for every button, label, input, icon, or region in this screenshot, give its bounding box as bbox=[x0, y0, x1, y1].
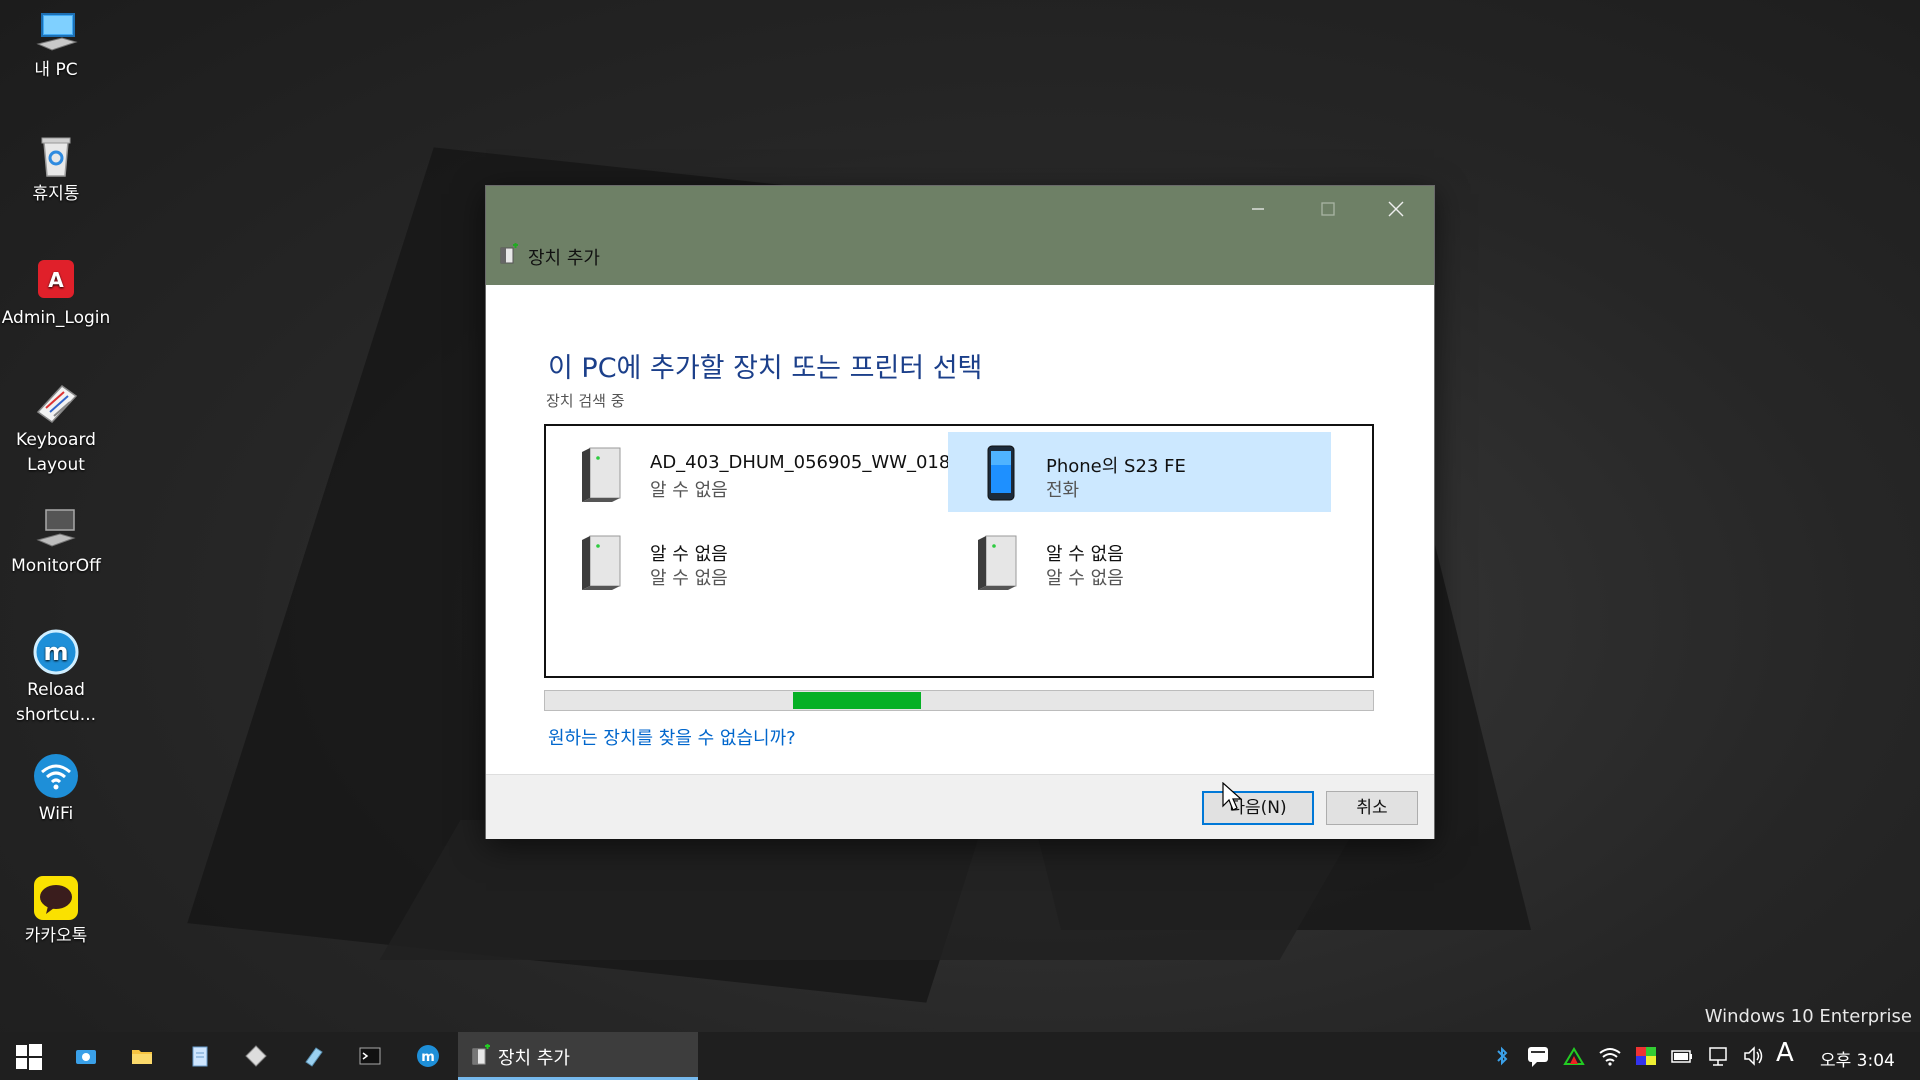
desktop-icon-label: 내 PC bbox=[34, 60, 78, 80]
admin-login-icon: A bbox=[32, 256, 80, 304]
eraser-icon bbox=[305, 1047, 323, 1067]
device-type: 알 수 없음 bbox=[650, 480, 728, 501]
taskbar-terminal[interactable] bbox=[342, 1032, 398, 1080]
desktop-icon-label: 휴지통 bbox=[32, 184, 80, 204]
maximize-button bbox=[1296, 186, 1360, 232]
add-device-dialog: 장치 추가 이 PC에 추가할 장치 또는 프린터 선택 장치 검색 중 AD_… bbox=[486, 186, 1434, 839]
device-item[interactable]: 알 수 없음 알 수 없음 bbox=[552, 520, 935, 600]
start-button[interactable] bbox=[0, 1032, 56, 1080]
computer-icon bbox=[32, 8, 80, 56]
wifi-tray-icon[interactable] bbox=[1598, 1044, 1622, 1068]
add-device-icon bbox=[498, 243, 520, 265]
desktop-icon-label: MonitorOff bbox=[11, 556, 101, 576]
wifi-icon bbox=[32, 752, 80, 800]
device-name: AD_403_DHUM_056905_WW_018a bbox=[650, 452, 962, 473]
taskbar-clock[interactable]: 오후 3:04 bbox=[1820, 1046, 1895, 1071]
device-item[interactable]: 알 수 없음 알 수 없음 bbox=[948, 520, 1331, 600]
device-item[interactable]: AD_403_DHUM_056905_WW_018a 알 수 없음 bbox=[552, 432, 961, 512]
volume-icon[interactable] bbox=[1742, 1044, 1766, 1068]
device-item-selected[interactable]: Phone의 S23 FE 전화 bbox=[948, 432, 1331, 512]
kakaotalk-icon bbox=[32, 874, 80, 922]
close-icon bbox=[1388, 201, 1404, 217]
input-method-indicator[interactable]: A bbox=[1776, 1038, 1794, 1068]
notepad-icon bbox=[192, 1046, 208, 1067]
taskbar-camera[interactable] bbox=[58, 1032, 114, 1080]
recycle-bin-icon bbox=[32, 132, 80, 180]
dialog-title: 장치 추가 bbox=[528, 248, 600, 269]
desktop-icon-keyboard-layout[interactable]: Keyboard Layout bbox=[0, 378, 112, 478]
taskbar-active-window[interactable]: 장치 추가 bbox=[458, 1032, 698, 1080]
network-icon[interactable] bbox=[1706, 1044, 1730, 1068]
mouse-cursor-icon bbox=[1222, 781, 1243, 812]
next-button[interactable]: 다음(N) bbox=[1202, 791, 1314, 825]
desktop-icon-label: 카카오톡 bbox=[24, 926, 88, 946]
device-type: 알 수 없음 bbox=[1046, 568, 1124, 589]
desktop-icon-my-pc[interactable]: 내 PC bbox=[0, 8, 112, 83]
dialog-titlebar[interactable]: 장치 추가 bbox=[486, 186, 1434, 285]
taskbar: m 장치 추가 A 오후 3:04 bbox=[0, 1032, 1920, 1080]
device-list[interactable]: AD_403_DHUM_056905_WW_018a 알 수 없음 Phone의… bbox=[544, 424, 1374, 678]
keyboard-icon bbox=[32, 378, 80, 426]
taskbar-file-explorer[interactable] bbox=[114, 1032, 170, 1080]
desktop-icon-label: Admin_Login bbox=[1, 308, 111, 328]
taskbar-eraser[interactable] bbox=[286, 1032, 342, 1080]
desktop-icon-label: Keyboard Layout bbox=[16, 430, 96, 475]
nvidia-icon[interactable] bbox=[1562, 1044, 1586, 1068]
dialog-heading: 이 PC에 추가할 장치 또는 프린터 선택 bbox=[548, 353, 983, 384]
windows-logo-icon bbox=[16, 1044, 42, 1070]
desktop-icon-reload-shortcut[interactable]: m Reload shortcu... bbox=[0, 628, 112, 728]
minimize-icon bbox=[1252, 208, 1264, 210]
svg-text:m: m bbox=[421, 1050, 435, 1065]
desktop-icon-kakaotalk[interactable]: 카카오톡 bbox=[0, 874, 112, 949]
search-status: 장치 검색 중 bbox=[546, 392, 625, 410]
desktop: 내 PC 휴지통 A Admin_Login Keyboard Layout M… bbox=[0, 0, 1920, 1032]
taskbar-window-label: 장치 추가 bbox=[498, 1048, 570, 1069]
device-name: Phone의 S23 FE bbox=[1046, 456, 1186, 477]
color-display-icon[interactable] bbox=[1634, 1044, 1658, 1068]
search-progress-bar bbox=[544, 690, 1374, 711]
device-name: 알 수 없음 bbox=[650, 544, 728, 565]
monitor-off-icon bbox=[32, 504, 80, 552]
device-type: 전화 bbox=[1046, 480, 1080, 501]
minimize-button[interactable] bbox=[1226, 186, 1290, 232]
desktop-icon-monitor-off[interactable]: MonitorOff bbox=[0, 504, 112, 579]
desktop-icon-label: Reload shortcu... bbox=[15, 680, 97, 725]
wallpaper-shape bbox=[379, 820, 1361, 960]
bluetooth-icon[interactable] bbox=[1490, 1044, 1514, 1068]
taskbar-notepad[interactable] bbox=[172, 1032, 228, 1080]
device-type: 알 수 없음 bbox=[650, 568, 728, 589]
windows-edition-watermark: Windows 10 Enterprise bbox=[1704, 1006, 1912, 1027]
desktop-icon-label: WiFi bbox=[38, 804, 74, 824]
unknown-device-icon bbox=[972, 530, 1026, 592]
camera-icon bbox=[76, 1050, 96, 1064]
unknown-device-icon bbox=[576, 442, 630, 504]
device-name: 알 수 없음 bbox=[1046, 544, 1124, 565]
add-device-icon bbox=[470, 1044, 492, 1066]
svg-text:A: A bbox=[48, 268, 64, 292]
cancel-button[interactable]: 취소 bbox=[1326, 791, 1418, 825]
terminal-icon bbox=[359, 1047, 381, 1065]
desktop-icon-recycle-bin[interactable]: 휴지통 bbox=[0, 132, 112, 207]
reload-m-icon: m bbox=[417, 1045, 439, 1067]
close-button[interactable] bbox=[1364, 186, 1428, 232]
desktop-icon-admin-login[interactable]: A Admin_Login bbox=[0, 256, 112, 331]
diamond-app-icon bbox=[245, 1045, 267, 1067]
desktop-icon-wifi[interactable]: WiFi bbox=[0, 752, 112, 827]
dialog-footer: 다음(N) 취소 bbox=[486, 774, 1434, 839]
progress-indicator bbox=[793, 692, 921, 709]
taskbar-app[interactable] bbox=[228, 1032, 284, 1080]
unknown-device-icon bbox=[576, 530, 630, 592]
taskbar-reload[interactable]: m bbox=[400, 1032, 456, 1080]
message-icon[interactable] bbox=[1526, 1044, 1550, 1068]
cant-find-device-link[interactable]: 원하는 장치를 찾을 수 없습니까? bbox=[548, 724, 796, 750]
svg-text:m: m bbox=[43, 638, 68, 666]
phone-icon bbox=[972, 442, 1026, 504]
reload-m-icon: m bbox=[32, 628, 80, 676]
folder-icon bbox=[132, 1050, 152, 1064]
maximize-icon bbox=[1321, 202, 1335, 216]
battery-icon[interactable] bbox=[1670, 1044, 1694, 1068]
